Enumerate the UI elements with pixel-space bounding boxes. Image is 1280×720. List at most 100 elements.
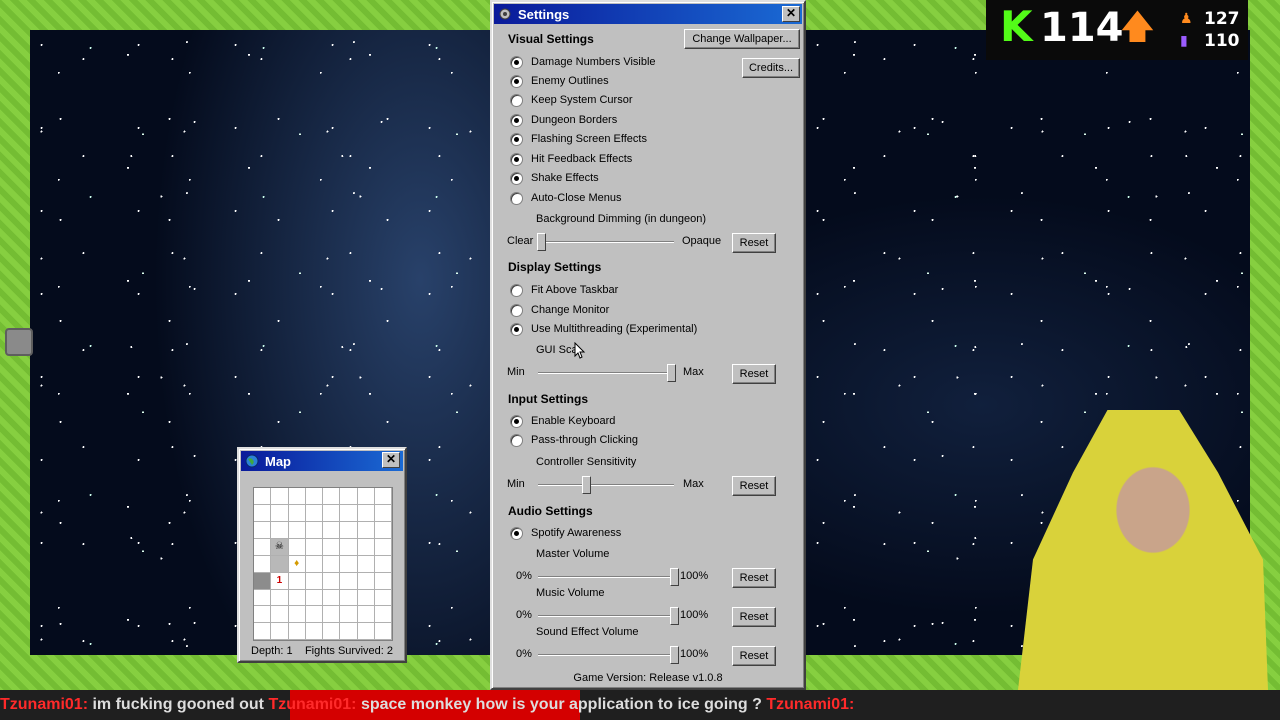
map-cell[interactable] [271, 623, 289, 640]
sfx-volume-slider[interactable] [538, 646, 679, 664]
map-cell[interactable] [323, 504, 341, 522]
option-flashing-screen-effects[interactable]: Flashing Screen Effects [510, 131, 647, 147]
map-cell[interactable] [288, 504, 306, 522]
map-cell[interactable] [374, 488, 392, 505]
map-close-button[interactable]: ✕ [382, 452, 400, 468]
music-reset-button[interactable]: Reset [732, 607, 776, 627]
radio-icon[interactable] [510, 74, 523, 88]
map-cell[interactable] [305, 521, 323, 539]
map-cell[interactable] [357, 572, 375, 590]
map-cell[interactable] [374, 521, 392, 539]
map-cell[interactable] [254, 572, 272, 590]
map-cell[interactable] [305, 623, 323, 640]
radio-icon[interactable] [510, 526, 523, 540]
map-cell[interactable] [323, 555, 341, 573]
side-tab-handle[interactable] [5, 328, 33, 356]
radio-icon[interactable] [510, 171, 523, 185]
option-shake-effects[interactable]: Shake Effects [510, 170, 599, 186]
map-cell[interactable] [357, 623, 375, 640]
map-cell[interactable] [357, 606, 375, 624]
option-use-multithreading[interactable]: Use Multithreading (Experimental) [510, 321, 697, 337]
radio-icon[interactable] [510, 93, 523, 107]
map-cell[interactable] [271, 606, 289, 624]
map-cell[interactable] [340, 488, 358, 505]
option-keep-system-cursor[interactable]: Keep System Cursor [510, 92, 632, 108]
sfx-reset-button[interactable]: Reset [732, 646, 776, 666]
map-cell[interactable] [340, 521, 358, 539]
dimming-slider-thumb[interactable] [536, 233, 546, 251]
map-cell[interactable] [374, 606, 392, 624]
music-volume-slider[interactable] [538, 607, 679, 625]
map-cell[interactable] [305, 606, 323, 624]
option-hit-feedback-effects[interactable]: Hit Feedback Effects [510, 151, 632, 167]
map-cell[interactable] [374, 504, 392, 522]
option-fit-above-taskbar[interactable]: Fit Above Taskbar [510, 282, 618, 298]
gui-scale-slider-thumb[interactable] [667, 364, 677, 382]
controller-sensitivity-slider[interactable] [538, 476, 674, 494]
map-cell[interactable] [340, 589, 358, 607]
map-cell[interactable] [323, 521, 341, 539]
map-cell[interactable] [288, 589, 306, 607]
map-cell[interactable] [305, 504, 323, 522]
map-cell[interactable] [254, 521, 272, 539]
map-cell[interactable] [357, 504, 375, 522]
map-cell[interactable] [305, 589, 323, 607]
controller-reset-button[interactable]: Reset [732, 476, 776, 496]
change-wallpaper-button[interactable]: Change Wallpaper... [684, 29, 800, 49]
map-cell[interactable] [374, 555, 392, 573]
map-cell[interactable] [323, 589, 341, 607]
option-enable-keyboard[interactable]: Enable Keyboard [510, 413, 615, 429]
map-cell[interactable] [305, 572, 323, 590]
map-cell[interactable] [357, 521, 375, 539]
master-reset-button[interactable]: Reset [732, 568, 776, 588]
map-cell[interactable] [374, 623, 392, 640]
map-cell[interactable] [357, 538, 375, 556]
map-cell[interactable] [254, 606, 272, 624]
map-cell[interactable] [357, 488, 375, 505]
map-cell[interactable] [254, 504, 272, 522]
map-cell[interactable] [357, 589, 375, 607]
map-cell[interactable] [288, 488, 306, 505]
map-cell[interactable] [323, 623, 341, 640]
map-cell[interactable] [357, 555, 375, 573]
map-cell[interactable] [340, 555, 358, 573]
radio-icon[interactable] [510, 303, 523, 317]
radio-icon[interactable] [510, 55, 523, 69]
controller-slider-thumb[interactable] [581, 476, 591, 494]
option-spotify-awareness[interactable]: Spotify Awareness [510, 525, 621, 541]
map-cell[interactable] [323, 538, 341, 556]
map-titlebar[interactable]: Map [241, 451, 403, 471]
map-cell[interactable] [374, 589, 392, 607]
option-damage-numbers[interactable]: Damage Numbers Visible [510, 54, 656, 70]
map-cell[interactable] [288, 606, 306, 624]
map-cell[interactable] [271, 504, 289, 522]
map-cell[interactable] [288, 572, 306, 590]
dimming-reset-button[interactable]: Reset [732, 233, 776, 253]
radio-icon[interactable] [510, 132, 523, 146]
option-dungeon-borders[interactable]: Dungeon Borders [510, 112, 617, 128]
map-cell[interactable] [254, 538, 272, 556]
map-cell[interactable] [340, 606, 358, 624]
dimming-slider[interactable] [536, 233, 674, 251]
settings-titlebar[interactable]: Settings [494, 4, 802, 24]
option-change-monitor[interactable]: Change Monitor [510, 302, 609, 318]
map-cell[interactable] [271, 555, 289, 573]
map-cell[interactable] [288, 538, 306, 556]
map-cell[interactable] [323, 606, 341, 624]
map-cell[interactable] [323, 488, 341, 505]
master-volume-slider[interactable] [538, 568, 679, 586]
radio-icon[interactable] [510, 433, 523, 447]
map-cell[interactable] [271, 521, 289, 539]
option-auto-close-menus[interactable]: Auto-Close Menus [510, 190, 622, 206]
map-cell[interactable] [374, 538, 392, 556]
map-cell[interactable]: ☠ [271, 538, 289, 556]
map-cell[interactable] [340, 538, 358, 556]
map-cell[interactable]: 1 [271, 572, 289, 590]
map-cell[interactable] [374, 572, 392, 590]
gui-scale-slider[interactable] [538, 364, 677, 382]
gui-scale-reset-button[interactable]: Reset [732, 364, 776, 384]
radio-icon[interactable] [510, 283, 523, 297]
radio-icon[interactable] [510, 113, 523, 127]
map-cell[interactable] [340, 572, 358, 590]
map-cell[interactable] [271, 488, 289, 505]
